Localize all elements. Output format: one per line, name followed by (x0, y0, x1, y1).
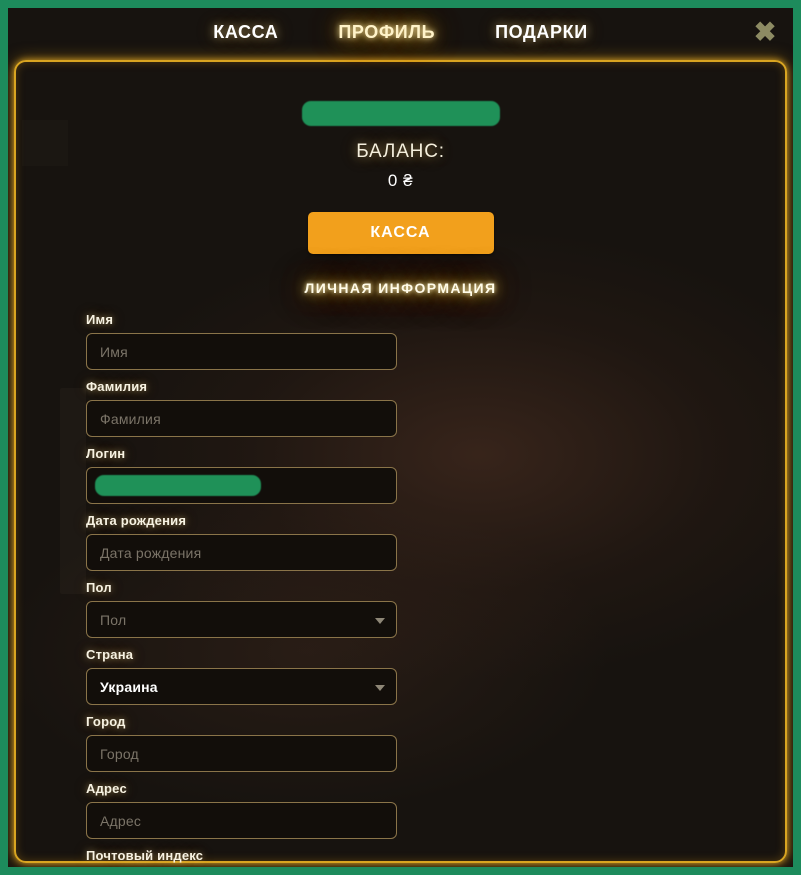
input-first-name[interactable]: Имя (86, 333, 397, 370)
input-login[interactable] (86, 467, 397, 504)
input-city[interactable]: Город (86, 735, 397, 772)
select-country[interactable]: Украина (86, 668, 397, 705)
placeholder-city: Город (100, 745, 139, 762)
field-address: Адрес Адрес (86, 781, 397, 839)
label-login: Логин (86, 446, 126, 461)
value-country: Украина (100, 678, 158, 695)
personal-info-form: Имя Имя Фамилия Фамилия Логин Дата рожде… (86, 312, 715, 867)
modal-content: БАЛАНС: 0 ₴ КАССА ЛИЧНАЯ ИНФОРМАЦИЯ Имя … (8, 60, 793, 863)
label-birth-date: Дата рождения (86, 513, 187, 528)
balance-label: БАЛАНС: (356, 141, 445, 162)
label-first-name: Имя (86, 312, 114, 327)
tab-kassa[interactable]: КАССА (213, 22, 278, 43)
modal-header: КАССА ПРОФИЛЬ ПОДАРКИ (8, 8, 793, 56)
cashier-button[interactable]: КАССА (307, 212, 494, 254)
close-icon[interactable]: ✖ (751, 18, 779, 46)
field-gender: Пол Пол (86, 580, 397, 638)
field-first-name: Имя Имя (86, 312, 397, 370)
field-postal-code: Почтовый индекс Почтовый индекс (86, 848, 397, 867)
login-redaction (95, 475, 261, 496)
label-address: Адрес (86, 781, 127, 796)
tab-profile[interactable]: ПРОФИЛЬ (338, 22, 435, 43)
field-birth-date: Дата рождения Дата рождения (86, 513, 397, 571)
label-last-name: Фамилия (86, 379, 148, 394)
field-login: Логин (86, 446, 397, 504)
field-last-name: Фамилия Фамилия (86, 379, 397, 437)
input-address[interactable]: Адрес (86, 802, 397, 839)
chevron-down-icon (375, 684, 385, 691)
placeholder-birth-date: Дата рождения (100, 544, 202, 561)
label-country: Страна (86, 647, 134, 662)
profile-modal: КАССА ПРОФИЛЬ ПОДАРКИ ✖ БАЛАНС: 0 ₴ КАСС… (8, 8, 793, 867)
input-birth-date[interactable]: Дата рождения (86, 534, 397, 571)
input-last-name[interactable]: Фамилия (86, 400, 397, 437)
balance-value: 0 ₴ (387, 171, 414, 190)
label-city: Город (86, 714, 126, 729)
field-city: Город Город (86, 714, 397, 772)
placeholder-first-name: Имя (100, 343, 128, 360)
username-redaction (301, 101, 500, 126)
tab-gifts[interactable]: ПОДАРКИ (495, 22, 588, 43)
placeholder-last-name: Фамилия (100, 410, 161, 427)
label-postal-code: Почтовый индекс (86, 848, 204, 863)
screen: КАССА ПРОФИЛЬ ПОДАРКИ ✖ БАЛАНС: 0 ₴ КАСС… (0, 0, 801, 875)
chevron-down-icon (375, 617, 385, 624)
label-gender: Пол (86, 580, 112, 595)
modal-tabs: КАССА ПРОФИЛЬ ПОДАРКИ (213, 22, 588, 43)
select-gender[interactable]: Пол (86, 601, 397, 638)
placeholder-gender: Пол (100, 611, 127, 628)
personal-info-heading: ЛИЧНАЯ ИНФОРМАЦИЯ (304, 280, 497, 296)
account-block: БАЛАНС: 0 ₴ КАССА (86, 60, 715, 254)
username-row (86, 98, 715, 128)
field-country: Страна Украина (86, 647, 397, 705)
placeholder-address: Адрес (100, 812, 142, 829)
